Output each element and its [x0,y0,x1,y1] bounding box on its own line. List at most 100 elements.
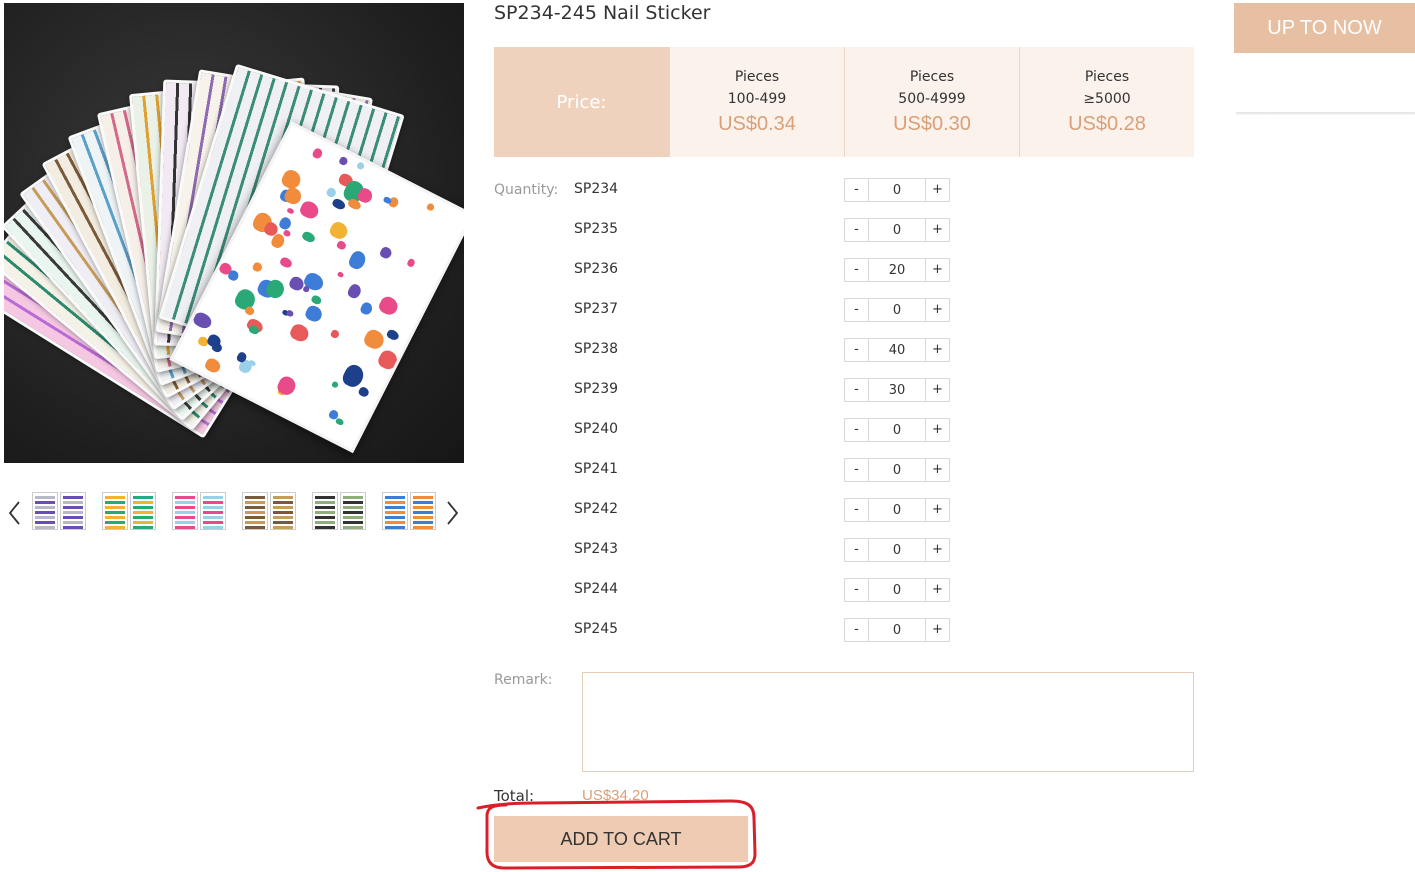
thumbnail-stripe [385,516,405,519]
gallery-thumbnail[interactable] [32,490,86,536]
thumbnail-stripe [175,501,195,504]
thumbnail-sheet [312,492,338,530]
quantity-stepper: - + [844,378,950,402]
quantity-input[interactable] [869,299,925,321]
increment-button[interactable]: + [925,379,949,401]
sticker-dot [376,294,401,318]
decrement-button[interactable]: - [845,259,869,281]
thumbnail-stripe [35,511,55,514]
thumbnail-stripe [343,501,363,504]
decrement-button[interactable]: - [845,219,869,241]
sticker-dot [191,310,214,331]
sticker-dot [297,198,322,222]
thumbnail-stripe [273,511,293,514]
quantity-input[interactable] [869,339,925,361]
thumbnail-sheet [410,492,436,530]
tier-range: 500-4999 [898,91,966,107]
gallery-thumbnail[interactable] [242,490,296,536]
thumbnail-stripe [175,506,195,509]
thumbnail-stripe [63,521,83,524]
thumbnail-stripe [315,506,335,509]
thumbnail-stripe [343,496,363,499]
gallery-thumbnail[interactable] [102,490,156,536]
decrement-button[interactable]: - [845,539,869,561]
sticker-dot [406,257,417,269]
quantity-input[interactable] [869,499,925,521]
quantity-input[interactable] [869,539,925,561]
sku-label: SP243 [574,541,619,557]
decrement-button[interactable]: - [845,419,869,441]
quantity-input[interactable] [869,179,925,201]
quantity-input[interactable] [869,219,925,241]
gallery-next-arrow-icon[interactable] [446,500,460,526]
decrement-button[interactable]: - [845,459,869,481]
decrement-button[interactable]: - [845,339,869,361]
quantity-input[interactable] [869,379,925,401]
thumbnail-stripe [315,521,335,524]
thumbnail-stripe [315,501,335,504]
thumbnail-stripe [385,521,405,524]
quantity-input[interactable] [869,419,925,441]
thumbnail-stripe [385,501,405,504]
price-label: Price: [494,47,669,157]
decrement-button[interactable]: - [845,499,869,521]
increment-button[interactable]: + [925,419,949,441]
decrement-button[interactable]: - [845,179,869,201]
thumbnail-stripe [385,511,405,514]
increment-button[interactable]: + [925,299,949,321]
quantity-row: SP240 - + [574,418,954,442]
quantity-input[interactable] [869,619,925,641]
quantity-input[interactable] [869,459,925,481]
increment-button[interactable]: + [925,259,949,281]
quantity-input[interactable] [869,579,925,601]
thumbnail-stripe [133,526,153,529]
quantity-input[interactable] [869,259,925,281]
sticker-dot [346,282,364,301]
thumbnail-stripe [273,521,293,524]
thumbnail-sheet [382,492,408,530]
gallery-thumbnail[interactable] [382,490,436,536]
thumbnail-stripe [105,506,125,509]
add-to-cart-button[interactable]: ADD TO CART [494,816,748,862]
decrement-button[interactable]: - [845,299,869,321]
gallery-prev-arrow-icon[interactable] [7,500,21,526]
sticker-dot [300,230,317,244]
decrement-button[interactable]: - [845,579,869,601]
sticker-dot [335,239,348,251]
sku-label: SP244 [574,581,619,597]
thumbnail-sheet [340,492,366,530]
thumbnail-stripe [273,516,293,519]
thumbnail-sheet [102,492,128,530]
thumbnail-stripe [133,501,153,504]
gallery-thumbnail[interactable] [312,490,366,536]
increment-button[interactable]: + [925,499,949,521]
thumbnail-stripe [413,521,433,524]
increment-button[interactable]: + [925,539,949,561]
decrement-button[interactable]: - [845,379,869,401]
sticker-dot [243,305,256,317]
increment-button[interactable]: + [925,339,949,361]
price-table: Price: Pieces 100-499 US$0.34 Pieces 500… [494,47,1194,157]
increment-button[interactable]: + [925,219,949,241]
thumbnail-stripe [105,501,125,504]
thumbnail-stripe [35,506,55,509]
up-to-now-button[interactable]: UP TO NOW [1234,3,1415,53]
thumbnail-stripe [385,526,405,529]
thumbnail-stripe [203,526,223,529]
sticker-dot [288,321,312,345]
increment-button[interactable]: + [925,619,949,641]
thumbnail-stripe [175,511,195,514]
thumbnail-stripe [413,506,433,509]
sticker-dot [286,207,295,215]
thumbnail-stripe [413,496,433,499]
quantity-row: SP245 - + [574,618,954,642]
decrement-button[interactable]: - [845,619,869,641]
sticker-dot [251,261,264,274]
gallery-thumbnail[interactable] [172,490,226,536]
increment-button[interactable]: + [925,179,949,201]
tier-pieces-label: Pieces [1084,69,1130,85]
remark-textarea[interactable] [582,672,1194,772]
sku-label: SP245 [574,621,619,637]
increment-button[interactable]: + [925,579,949,601]
increment-button[interactable]: + [925,459,949,481]
